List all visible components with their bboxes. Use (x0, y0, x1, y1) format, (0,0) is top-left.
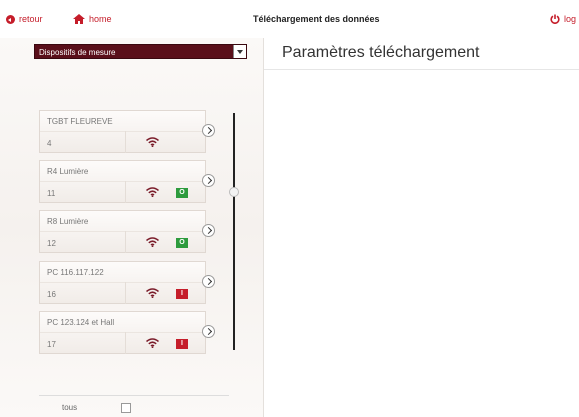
device-type-select[interactable]: Dispositifs de mesure (34, 44, 247, 59)
back-label: retour (19, 14, 43, 24)
wifi-icon (146, 137, 159, 147)
back-link[interactable]: retour (6, 14, 43, 24)
status-badge: O (176, 238, 188, 248)
logout-label: log (564, 14, 577, 24)
main-panel: Paramètres téléchargement (264, 38, 579, 417)
power-icon (550, 14, 560, 24)
card-divider (40, 231, 206, 232)
section-title: Paramètres téléchargement (282, 44, 480, 61)
status-badge: I (176, 289, 188, 299)
page-title: Téléchargement des données (253, 14, 380, 24)
device-number: 17 (47, 340, 56, 349)
card-divider (125, 131, 126, 153)
chevron-right-icon[interactable] (202, 174, 215, 187)
card-divider (125, 332, 126, 354)
wifi-icon (146, 338, 159, 348)
select-all-checkbox[interactable] (121, 403, 131, 413)
wifi-icon (146, 288, 159, 298)
chevron-right-icon[interactable] (202, 275, 215, 288)
card-divider (125, 231, 126, 253)
scrollbar-track[interactable] (233, 113, 235, 350)
device-name: R4 Lumière (47, 167, 89, 176)
chevron-down-icon[interactable] (233, 45, 246, 58)
device-type-value: Dispositifs de mesure (39, 48, 116, 57)
card-divider (40, 332, 206, 333)
select-all-label: tous (62, 403, 78, 412)
card-divider (40, 131, 206, 132)
device-number: 4 (47, 139, 52, 148)
status-badge: I (176, 339, 188, 349)
device-card[interactable]: TGBT FLEUREVE 4 (39, 110, 215, 153)
device-card[interactable]: PC 116.117.122 16 I (39, 261, 215, 304)
card-divider (40, 282, 206, 283)
card-divider (125, 181, 126, 203)
back-arrow-icon (6, 14, 15, 24)
title-divider (264, 69, 579, 70)
device-name: PC 116.117.122 (47, 268, 104, 277)
home-icon (73, 14, 85, 24)
status-badge: O (176, 188, 188, 198)
chevron-right-icon[interactable] (202, 325, 215, 338)
chevron-right-icon[interactable] (202, 224, 215, 237)
device-card[interactable]: R8 Lumière 12 O (39, 210, 215, 253)
scrollbar-thumb[interactable] (229, 187, 239, 197)
device-card[interactable]: PC 123.124 et Hall 17 I (39, 311, 215, 354)
device-number: 11 (47, 189, 56, 198)
device-number: 12 (47, 239, 56, 248)
chevron-right-icon[interactable] (202, 124, 215, 137)
home-label: home (89, 14, 112, 24)
device-number: 16 (47, 290, 56, 299)
device-name: R8 Lumière (47, 217, 89, 226)
card-divider (40, 181, 206, 182)
device-name: PC 123.124 et Hall (47, 318, 115, 327)
footer-divider (39, 395, 229, 396)
device-name: TGBT FLEUREVE (47, 117, 113, 126)
device-card[interactable]: R4 Lumière 11 O (39, 160, 215, 203)
card-divider (125, 282, 126, 304)
home-link[interactable]: home (73, 14, 112, 24)
logout-link[interactable]: log (550, 14, 576, 24)
wifi-icon (146, 237, 159, 247)
top-bar: retour home Téléchargement des données l… (0, 0, 579, 38)
wifi-icon (146, 187, 159, 197)
